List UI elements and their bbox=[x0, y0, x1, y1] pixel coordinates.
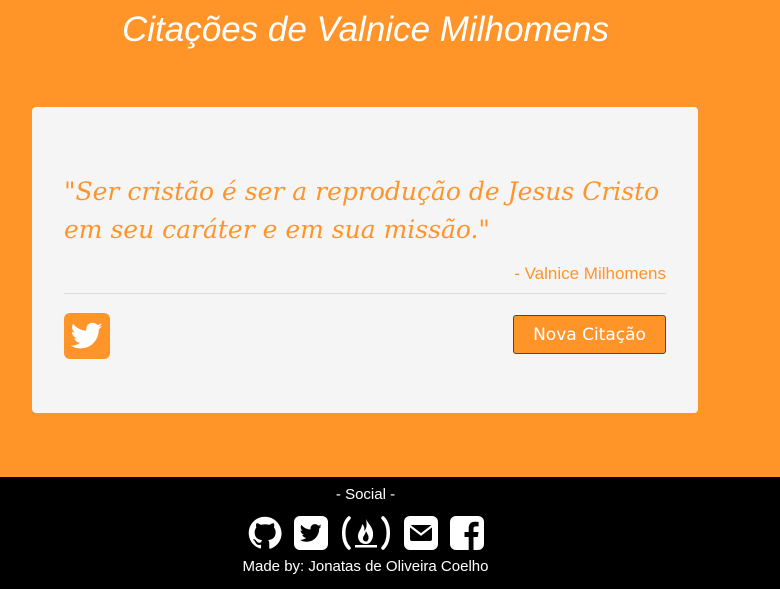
social-label: - Social - bbox=[335, 486, 396, 503]
social-icons bbox=[0, 515, 731, 551]
twitter-icon bbox=[71, 322, 103, 349]
facebook-icon bbox=[449, 516, 484, 550]
divider bbox=[64, 293, 666, 294]
github-icon bbox=[248, 516, 282, 549]
new-quote-button[interactable]: Nova Citação bbox=[513, 315, 666, 354]
quote-card: "Ser cristão é ser a reprodução de Jesus… bbox=[32, 107, 698, 413]
facebook-link[interactable] bbox=[449, 515, 484, 551]
freecodecamp-icon bbox=[341, 516, 390, 550]
email-link[interactable] bbox=[403, 515, 438, 551]
quote-text: "Ser cristão é ser a reprodução de Jesus… bbox=[64, 177, 660, 244]
github-link[interactable] bbox=[248, 515, 282, 551]
freecodecamp-link[interactable] bbox=[340, 515, 392, 551]
twitter-icon bbox=[293, 516, 328, 550]
tweet-button[interactable] bbox=[64, 313, 110, 359]
footer: - Social - Made by: Jonatas de Oliveira … bbox=[0, 477, 780, 589]
envelope-icon bbox=[403, 516, 438, 550]
page-title: Citações de Valnice Milhomens bbox=[122, 10, 609, 49]
made-by-credit: Made by: Jonatas de Oliveira Coelho bbox=[242, 558, 489, 575]
twitter-link[interactable] bbox=[293, 515, 328, 551]
quote-author: - Valnice Milhomens bbox=[514, 264, 666, 283]
